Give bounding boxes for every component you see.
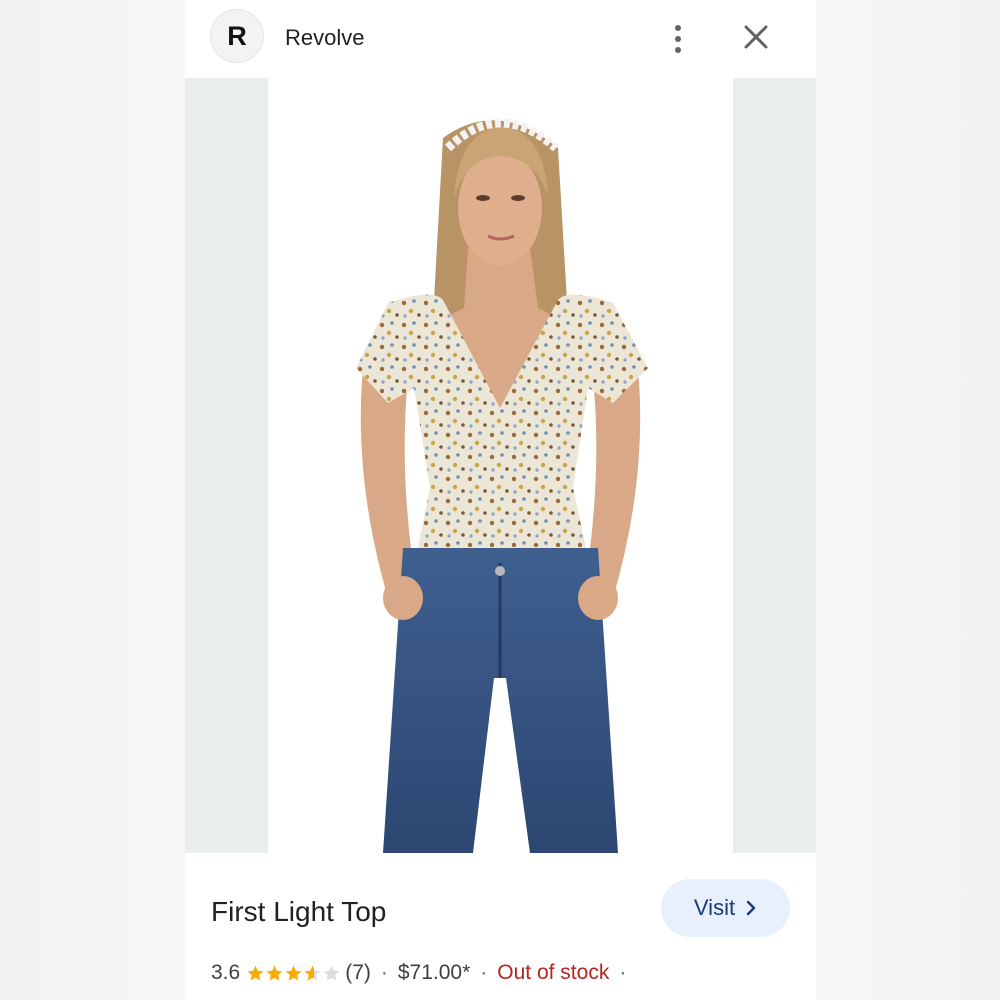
product-detail-card: R Revolve First Light Top Visit 3.6 (7) … [185,0,816,1000]
review-count[interactable]: (7) [345,961,371,985]
right-blurred-backdrop [815,0,1000,1000]
left-blurred-backdrop [0,0,185,1000]
product-title[interactable]: First Light Top [211,896,386,928]
stock-status: Out of stock [497,961,610,984]
source-avatar[interactable]: R [210,9,264,63]
rating-stars [246,964,341,983]
star-icon [323,965,340,981]
visit-button[interactable]: Visit [661,879,790,937]
visit-button-label: Visit [693,895,736,920]
star-icon [266,965,283,981]
star-icon [247,965,264,981]
product-photo[interactable] [268,78,733,853]
close-icon[interactable] [738,19,774,55]
header-bar: R Revolve [185,0,816,78]
source-name[interactable]: Revolve [285,25,364,51]
separator-dot: · [619,961,627,984]
product-price: $71.00* [397,961,471,984]
star-icon [285,965,302,981]
separator-dot: · [380,961,388,984]
separator-dot: · [480,961,488,984]
more-vert-icon[interactable] [665,19,691,59]
product-image-area[interactable] [185,78,816,853]
product-info-row: 3.6 (7) · $71.00* · Out of stock · [211,961,636,985]
rating-value: 3.6 [211,961,241,984]
chevron-right-icon [746,900,756,916]
star-icon [304,965,321,981]
